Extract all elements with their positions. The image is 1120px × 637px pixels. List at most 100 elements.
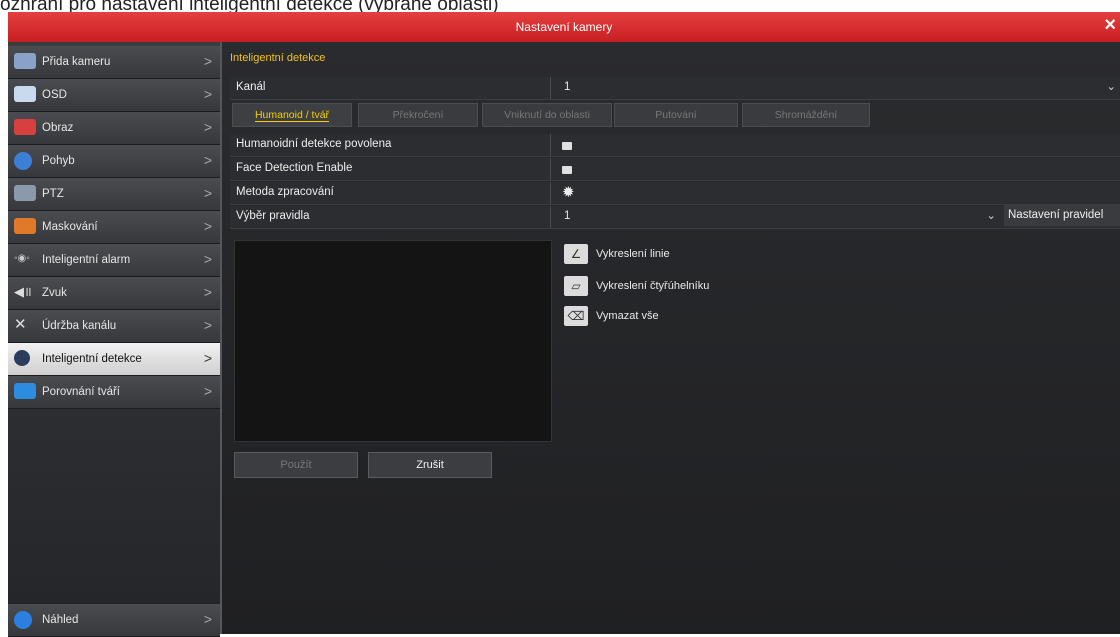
chevron-down-icon: ⌄ <box>1106 81 1116 93</box>
sidebar-item-add-camera[interactable]: Přida kameru > <box>8 46 220 79</box>
draw-quad-label: Vykreslení čtyřúhelníku <box>596 280 710 292</box>
apply-button[interactable]: Použít <box>234 452 358 478</box>
tab-humanoid-face[interactable]: Humanoid / tvář <box>232 103 352 127</box>
chevron-right-icon: > <box>203 383 212 399</box>
sidebar-item-image[interactable]: Obraz > <box>8 112 220 145</box>
chevron-right-icon: > <box>203 152 212 168</box>
sidebar-item-label: Údržba kanálu <box>42 320 117 332</box>
channel-select[interactable]: 1 ⌄ <box>558 81 1118 99</box>
sidebar-item-face-compare[interactable]: Porovnání tváří > <box>8 376 220 409</box>
tab-loitering[interactable]: Putování <box>614 103 738 127</box>
divider <box>550 77 551 99</box>
face-compare-icon <box>14 383 36 399</box>
rule-settings-button[interactable]: Nastavení pravidel <box>1004 204 1120 226</box>
tab-label: Putování <box>655 109 697 121</box>
quadrilateral-icon: ▱ <box>564 276 588 296</box>
face-detection-label: Face Detection Enable <box>236 162 353 174</box>
tab-crowd[interactable]: Shromáždění <box>742 103 870 127</box>
tools-icon: ✕ <box>14 316 27 333</box>
sidebar-item-label: Obraz <box>42 122 74 134</box>
main-content: Inteligentní detekce Kanál 1 ⌄ Humanoid … <box>222 42 1120 634</box>
clear-all-label: Vymazat vše <box>596 310 659 322</box>
sidebar-item-audio[interactable]: ◀॥ Zvuk > <box>8 277 220 310</box>
processing-method-label: Metoda zpracování <box>236 186 334 198</box>
processing-method-cell: ✹ <box>558 183 1118 204</box>
chevron-down-icon: ⌄ <box>986 210 996 222</box>
tab-label: Vniknutí do oblasti <box>504 109 590 121</box>
rule-select-row: Výběr pravidla 1 ⌄ <box>230 206 1120 229</box>
preview-play-icon <box>14 611 32 629</box>
humanoid-detection-checkbox[interactable] <box>562 142 572 150</box>
tab-label: Shromáždění <box>774 109 838 121</box>
tab-label: Humanoid / tvář <box>254 109 330 122</box>
rule-select-label: Výběr pravidla <box>236 210 310 222</box>
chevron-right-icon: > <box>203 251 212 267</box>
sidebar-item-ptz[interactable]: PTZ > <box>8 178 220 211</box>
rule-select[interactable]: 1 ⌄ <box>558 210 998 228</box>
sidebar-item-label: Pohyb <box>42 155 75 167</box>
channel-row: Kanál 1 ⌄ <box>230 77 1120 100</box>
chevron-right-icon: > <box>203 86 212 102</box>
sidebar-item-masking[interactable]: Maskování > <box>8 211 220 244</box>
video-preview[interactable] <box>234 240 552 442</box>
motion-icon <box>14 152 32 170</box>
sidebar-item-label: OSD <box>42 89 67 101</box>
chevron-right-icon: > <box>203 218 212 234</box>
chevron-right-icon: > <box>203 317 212 333</box>
chevron-right-icon: > <box>203 611 212 627</box>
osd-icon <box>14 86 36 102</box>
chevron-right-icon: > <box>203 119 212 135</box>
sidebar-item-label: Zvuk <box>42 287 67 299</box>
chevron-right-icon: > <box>203 185 212 201</box>
sidebar: Přida kameru > OSD > Obraz > Pohyb > PTZ… <box>8 42 222 637</box>
channel-label: Kanál <box>236 81 266 93</box>
humanoid-detection-label: Humanoidní detekce povolena <box>236 138 392 150</box>
window-title: Nastavení kamery <box>515 20 613 34</box>
window-title-bar: Nastavení kamery × <box>8 12 1120 42</box>
sidebar-item-label: Inteligentní alarm <box>42 254 131 266</box>
sidebar-item-motion[interactable]: Pohyb > <box>8 145 220 178</box>
chevron-right-icon: > <box>203 53 212 69</box>
close-icon[interactable]: × <box>1104 14 1116 37</box>
chevron-right-icon: > <box>203 350 212 366</box>
sidebar-item-label: PTZ <box>42 188 64 200</box>
rule-value: 1 <box>564 210 571 222</box>
face-detection-checkbox[interactable] <box>562 166 572 174</box>
sidebar-item-preview[interactable]: Náhled > <box>8 604 220 637</box>
chevron-right-icon: > <box>203 284 212 300</box>
pencil-icon: ∠ <box>564 244 588 264</box>
eraser-icon: ⌫ <box>564 306 588 326</box>
sidebar-item-label: Porovnání tváří <box>42 386 120 398</box>
mask-icon <box>14 218 36 234</box>
camera-icon <box>14 53 36 69</box>
sidebar-item-label: Maskování <box>42 221 98 233</box>
speaker-icon: ◀॥ <box>14 284 32 299</box>
draw-line-label: Vykreslení linie <box>596 248 670 260</box>
divider <box>550 182 551 204</box>
sidebar-item-channel-maintenance[interactable]: ✕ Údržba kanálu > <box>8 310 220 343</box>
humanoid-detection-row: Humanoidní detekce povolena <box>230 134 1120 157</box>
face-detection-row: Face Detection Enable <box>230 158 1120 181</box>
sidebar-item-label: Přida kameru <box>42 56 111 68</box>
humanoid-detection-cell <box>558 138 1118 156</box>
sidebar-item-label: Náhled <box>42 614 79 626</box>
channel-value: 1 <box>564 81 571 93</box>
ptz-icon <box>14 185 36 201</box>
divider <box>550 158 551 180</box>
alarm-icon: ◦◉◦ <box>14 253 30 264</box>
face-detection-cell <box>558 162 1118 180</box>
sidebar-item-intelligent-alarm[interactable]: ◦◉◦ Inteligentní alarm > <box>8 244 220 277</box>
divider <box>550 206 551 228</box>
tab-label: Překročení <box>392 109 444 121</box>
tab-area-intrusion[interactable]: Vniknutí do oblasti <box>482 103 612 127</box>
processing-method-row: Metoda zpracování ✹ <box>230 182 1120 205</box>
image-chart-icon <box>14 119 36 135</box>
divider <box>550 134 551 156</box>
sidebar-item-intelligent-detection[interactable]: Inteligentní detekce > <box>8 343 220 376</box>
sidebar-item-osd[interactable]: OSD > <box>8 79 220 112</box>
section-title: Inteligentní detekce <box>230 52 326 64</box>
tab-crossing[interactable]: Překročení <box>358 103 478 127</box>
gear-icon[interactable]: ✹ <box>562 183 575 201</box>
cancel-button[interactable]: Zrušit <box>368 452 492 478</box>
detection-icon <box>14 350 30 366</box>
